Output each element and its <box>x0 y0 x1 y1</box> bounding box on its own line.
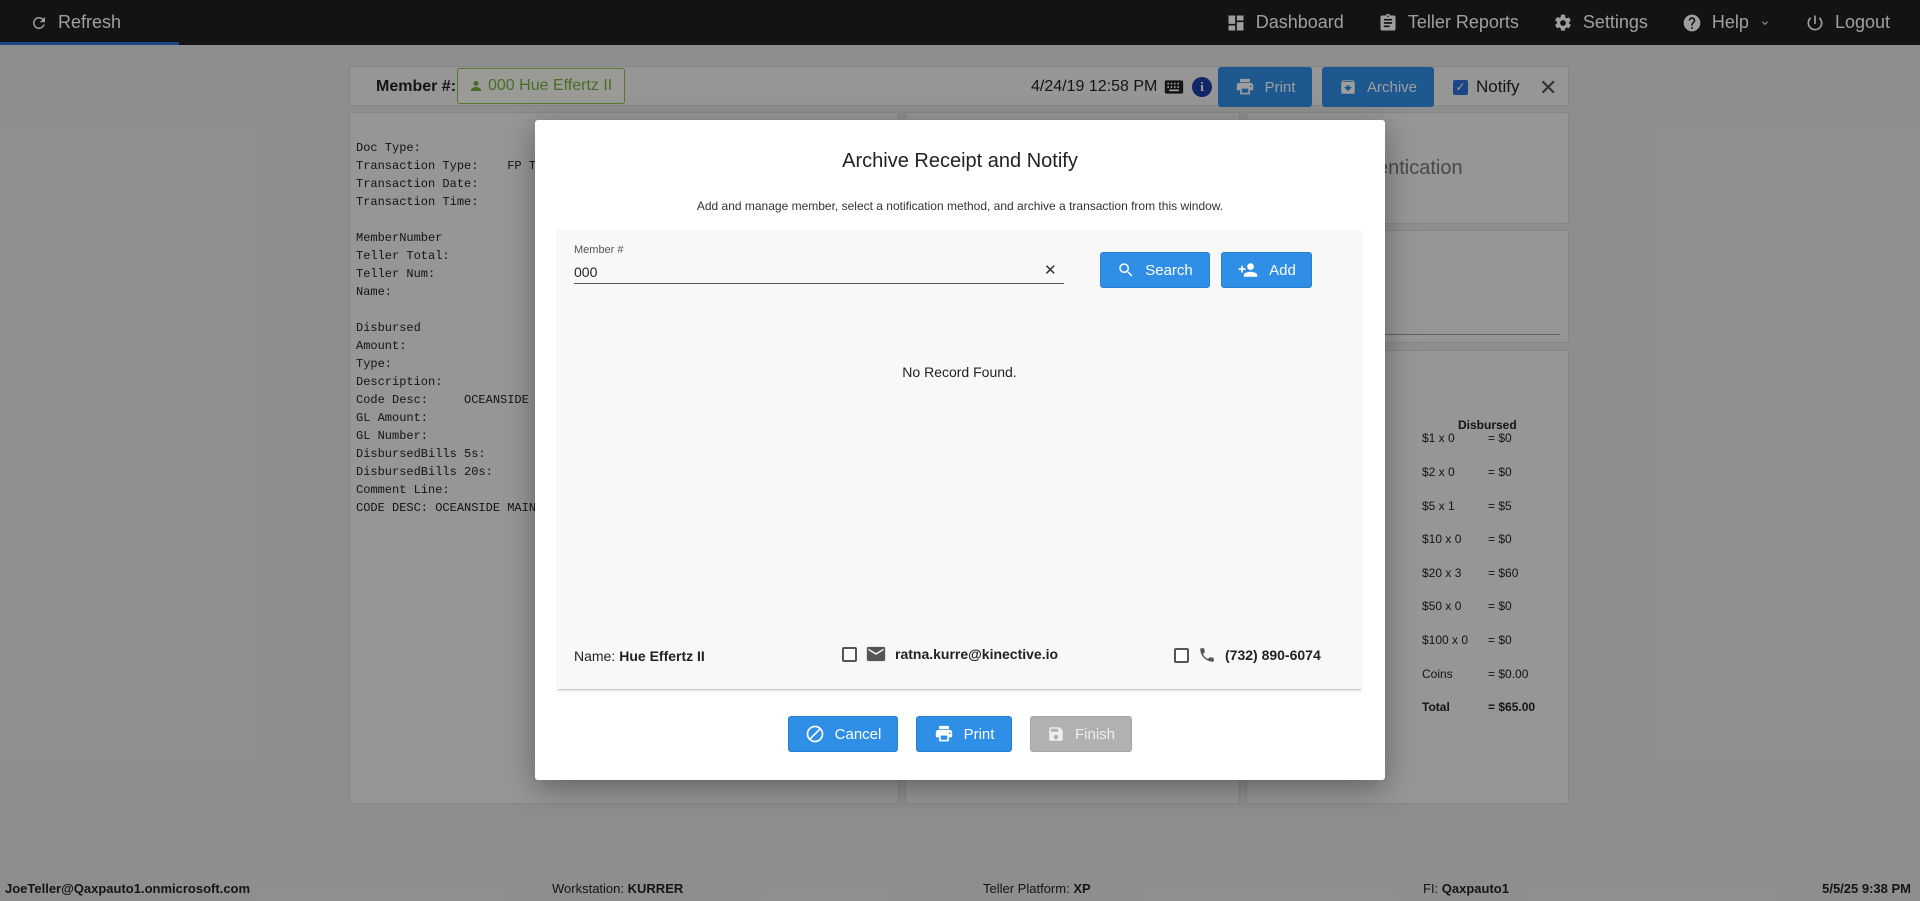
name-label: Name: <box>574 648 616 664</box>
mail-icon <box>866 646 886 662</box>
email-option: ratna.kurre@kinective.io <box>842 646 1058 662</box>
search-icon <box>1119 263 1133 277</box>
printer-icon <box>935 725 952 742</box>
no-record-message: No Record Found. <box>902 364 1017 380</box>
email-checkbox[interactable] <box>842 646 857 662</box>
cancel-icon <box>806 725 823 743</box>
member-number-input[interactable] <box>574 260 1064 284</box>
print-label: Print <box>963 725 995 743</box>
clear-icon[interactable]: ✕ <box>1044 261 1057 279</box>
email-address: ratna.kurre@kinective.io <box>895 646 1059 662</box>
member-name: Name: Hue Effertz II <box>574 648 705 664</box>
search-button[interactable]: Search <box>1100 252 1210 288</box>
add-person-icon <box>1238 263 1258 277</box>
print-button[interactable]: Print <box>916 716 1012 752</box>
dialog-title: Archive Receipt and Notify <box>842 150 1078 172</box>
phone-checkbox[interactable] <box>1174 647 1189 663</box>
member-field-label: Member # <box>574 244 624 256</box>
finish-button[interactable]: Finish <box>1030 716 1132 752</box>
phone-icon <box>1200 648 1214 662</box>
cancel-button[interactable]: Cancel <box>788 716 898 752</box>
finish-label: Finish <box>1074 725 1115 743</box>
add-member-button[interactable]: Add <box>1221 252 1312 288</box>
dialog-subtitle: Add and manage member, select a notifica… <box>696 199 1224 213</box>
cancel-label: Cancel <box>834 725 882 743</box>
search-label: Search <box>1145 261 1193 279</box>
member-search-panel: Member # ✕ Search Add No Record Found. N… <box>558 230 1361 690</box>
name-value: Hue Effertz II <box>619 648 705 664</box>
add-label: Add <box>1269 261 1296 279</box>
archive-notify-dialog: Archive Receipt and Notify Add and manag… <box>535 120 1385 780</box>
save-icon <box>1049 727 1063 741</box>
phone-option: (732) 890-6074 <box>1174 646 1321 664</box>
phone-number: (732) 890-6074 <box>1225 647 1321 663</box>
